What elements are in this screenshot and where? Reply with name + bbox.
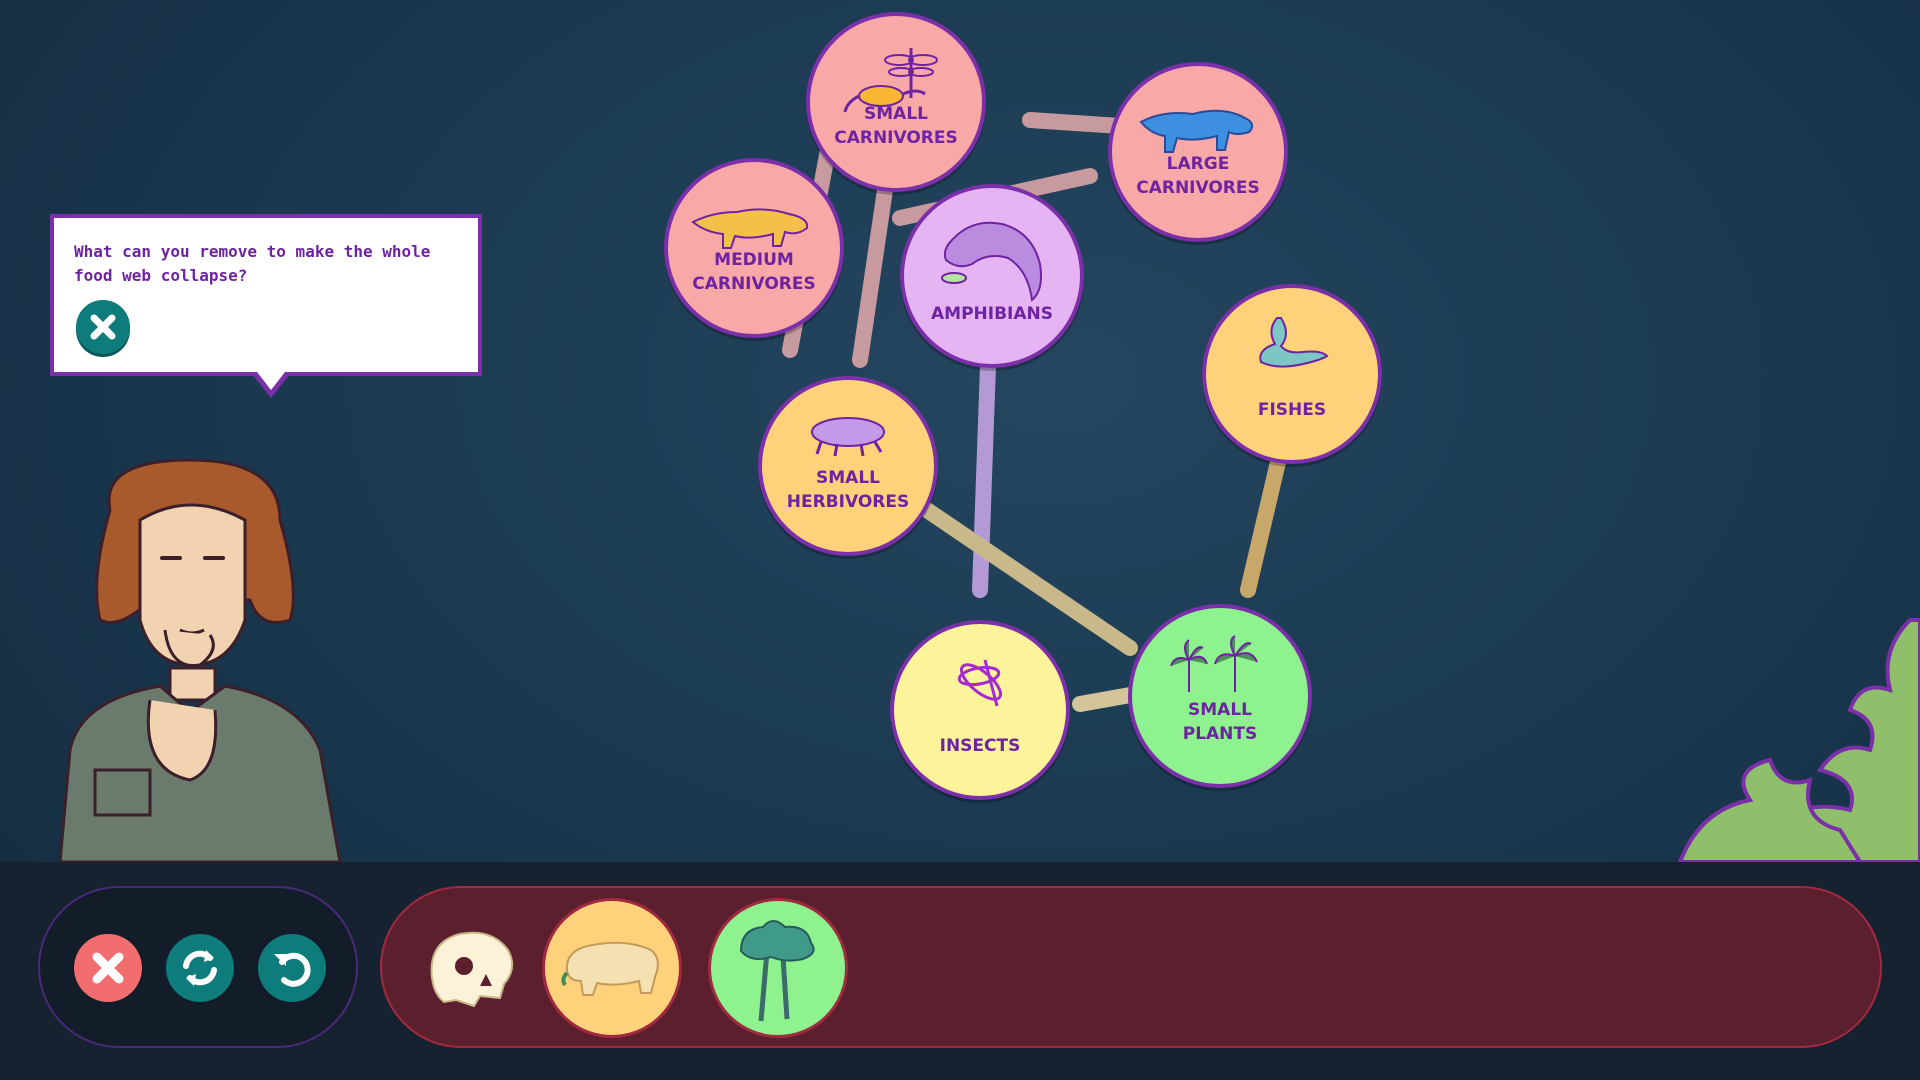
- undo-button[interactable]: [258, 934, 326, 1002]
- node-label: SMALL CARNIVORES: [834, 104, 958, 148]
- small-plants-icon: [1170, 635, 1258, 692]
- node-label: LARGE CARNIVORES: [1136, 154, 1260, 198]
- undo-icon: [274, 952, 311, 987]
- refresh-icon: [183, 950, 217, 986]
- node-label: SMALL HERBIVORES: [786, 468, 910, 512]
- speech-bubble: What can you remove to make the whole fo…: [50, 214, 482, 398]
- food-web-link: [1022, 112, 1128, 134]
- node-label: FISHES: [1257, 400, 1327, 420]
- speech-bubble-text: What can you remove to make the whole fo…: [74, 242, 431, 285]
- controls-panel: [38, 886, 358, 1048]
- fish-icon: [1259, 317, 1329, 368]
- node-small-herbivores[interactable]: SMALL HERBIVORES: [758, 376, 938, 556]
- character-avatar: [58, 458, 342, 862]
- node-label: SMALL PLANTS: [1182, 700, 1258, 744]
- close-icon: [90, 314, 116, 340]
- node-fishes[interactable]: FISHES: [1202, 284, 1382, 464]
- amphibian-icon: [941, 221, 1042, 302]
- close-button[interactable]: [74, 934, 142, 1002]
- removed-item-tree[interactable]: [708, 898, 848, 1038]
- removed-item-skull[interactable]: [400, 898, 540, 1038]
- removed-species-tray: [380, 886, 1882, 1048]
- node-insects[interactable]: INSECTS: [890, 620, 1070, 800]
- refresh-button[interactable]: [166, 934, 234, 1002]
- node-label: INSECTS: [939, 736, 1021, 756]
- tree-icon: [739, 920, 815, 1022]
- node-label: MEDIUM CARNIVORES: [692, 250, 816, 294]
- node-small-plants[interactable]: SMALL PLANTS: [1128, 604, 1312, 788]
- node-large-carnivores[interactable]: LARGE CARNIVORES: [1108, 62, 1288, 242]
- fern-plant-decoration: [1677, 618, 1920, 862]
- herbivore-icon: [561, 941, 659, 996]
- food-web-link: [852, 182, 893, 368]
- node-label: AMPHIBIANS: [931, 304, 1053, 324]
- node-medium-carnivores[interactable]: MEDIUM CARNIVORES: [664, 158, 844, 338]
- speech-bubble-close-button[interactable]: [76, 300, 130, 354]
- skull-icon: [430, 931, 514, 1008]
- insect-icon: [957, 659, 1002, 707]
- close-icon: [92, 952, 124, 984]
- small-herbivore-icon: [811, 417, 885, 457]
- removed-item-herbivore[interactable]: [542, 898, 682, 1038]
- node-small-carnivores[interactable]: SMALL CARNIVORES: [806, 12, 986, 192]
- bottom-toolbar: [0, 862, 1920, 1080]
- food-web-link: [1240, 454, 1286, 598]
- node-amphibians[interactable]: AMPHIBIANS: [900, 184, 1084, 368]
